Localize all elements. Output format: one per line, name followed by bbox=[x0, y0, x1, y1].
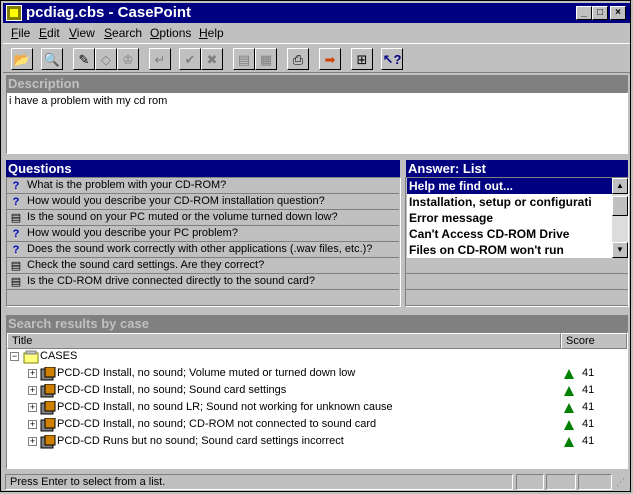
trophy-icon[interactable]: ♔ bbox=[117, 48, 139, 70]
tree-icon[interactable]: ⊞ bbox=[351, 48, 373, 70]
column-header-title[interactable]: Title bbox=[7, 333, 561, 349]
case-icon bbox=[40, 366, 56, 381]
case-icon bbox=[40, 417, 56, 432]
answer-option[interactable]: Installation, setup or configurati bbox=[407, 194, 612, 210]
answer-scrollbar[interactable]: ▲ ▼ bbox=[612, 178, 628, 258]
note-icon: ▤ bbox=[10, 260, 22, 272]
scroll-thumb[interactable] bbox=[612, 196, 628, 216]
find-icon[interactable]: 🔍 bbox=[41, 48, 63, 70]
case-score: 41 bbox=[564, 366, 624, 382]
scroll-down-icon[interactable]: ▼ bbox=[612, 242, 628, 258]
column-header-score[interactable]: Score bbox=[561, 333, 627, 349]
notes-icon[interactable]: ▦ bbox=[255, 48, 277, 70]
description-field[interactable]: i have a problem with my cd rom bbox=[6, 92, 628, 154]
check-icon[interactable]: ✔ bbox=[179, 48, 201, 70]
question-row[interactable]: ▤ Check the sound card settings. Are the… bbox=[7, 258, 399, 274]
window-title: pcdiag.cbs - CasePoint bbox=[26, 4, 192, 21]
note-icon: ▤ bbox=[10, 276, 22, 288]
back-icon[interactable]: ↵ bbox=[149, 48, 171, 70]
menu-help[interactable]: Help bbox=[199, 26, 224, 40]
toolbar: 📂 🔍 ✎ ◇ ♔ ↵ ✔ ✖ ▤ ▦ ⎙ ➡ ⊞ ↖? bbox=[3, 43, 630, 73]
answer-header: Answer: List bbox=[406, 160, 628, 177]
question-icon: ? bbox=[12, 180, 20, 192]
score-up-icon bbox=[564, 403, 574, 413]
menu-bar: File Edit View Search Options Help bbox=[3, 24, 630, 42]
case-icon bbox=[40, 434, 56, 449]
status-panel bbox=[516, 474, 544, 490]
expand-icon[interactable]: + bbox=[28, 386, 37, 395]
question-row[interactable]: ? Does the sound work correctly with oth… bbox=[7, 242, 399, 258]
note-icon: ▤ bbox=[10, 212, 22, 224]
expand-icon[interactable]: + bbox=[28, 403, 37, 412]
results-header: Search results by case bbox=[6, 315, 628, 332]
case-score: 41 bbox=[564, 434, 624, 450]
answer-option[interactable]: Files on CD-ROM won't run bbox=[407, 242, 612, 258]
app-icon[interactable] bbox=[6, 5, 22, 21]
questions-header: Questions bbox=[6, 160, 400, 177]
expand-icon[interactable]: + bbox=[28, 420, 37, 429]
score-up-icon bbox=[564, 369, 574, 379]
case-icon bbox=[40, 400, 56, 415]
answer-option[interactable]: Error message bbox=[407, 210, 612, 226]
case-row[interactable]: + PCD-CD Install, no sound; Volume muted… bbox=[7, 366, 607, 382]
tree-root[interactable]: − CASES bbox=[7, 349, 607, 365]
collapse-icon[interactable]: − bbox=[10, 352, 19, 361]
case-score: 41 bbox=[564, 383, 624, 399]
menu-edit[interactable]: Edit bbox=[39, 26, 60, 40]
menu-view[interactable]: View bbox=[69, 26, 95, 40]
status-panel bbox=[578, 474, 612, 490]
menu-options[interactable]: Options bbox=[150, 26, 191, 40]
answer-row bbox=[406, 290, 628, 306]
question-icon: ? bbox=[12, 244, 20, 256]
expand-icon[interactable]: + bbox=[28, 437, 37, 446]
go-arrow-icon[interactable]: ➡ bbox=[319, 48, 341, 70]
question-icon: ? bbox=[12, 228, 20, 240]
case-row[interactable]: + PCD-CD Install, no sound LR; Sound not… bbox=[7, 400, 607, 416]
case-score: 41 bbox=[564, 417, 624, 433]
maximize-button[interactable]: □ bbox=[592, 6, 608, 20]
main-window: pcdiag.cbs - CasePoint _ □ × File Edit V… bbox=[0, 0, 631, 492]
status-text: Press Enter to select from a list. bbox=[5, 474, 513, 490]
status-panel bbox=[546, 474, 576, 490]
print-icon[interactable]: ⎙ bbox=[287, 48, 309, 70]
score-up-icon bbox=[564, 420, 574, 430]
case-score: 41 bbox=[564, 400, 624, 416]
case-row[interactable]: + PCD-CD Install, no sound; Sound card s… bbox=[7, 383, 607, 399]
question-icon: ? bbox=[12, 196, 20, 208]
folder-icon bbox=[23, 350, 39, 364]
question-row[interactable]: ▤ Is the sound on your PC muted or the v… bbox=[7, 210, 399, 226]
score-up-icon bbox=[564, 437, 574, 447]
description-header: Description bbox=[6, 75, 628, 92]
question-row[interactable]: ? How would you describe your CD-ROM ins… bbox=[7, 194, 399, 210]
tag-icon[interactable]: ◇ bbox=[95, 48, 117, 70]
cancel-icon[interactable]: ✖ bbox=[201, 48, 223, 70]
scroll-up-icon[interactable]: ▲ bbox=[612, 178, 628, 194]
resize-grip-icon[interactable]: ⋰ bbox=[616, 477, 625, 488]
answer-row bbox=[406, 258, 628, 274]
close-button[interactable]: × bbox=[610, 6, 626, 20]
report-icon[interactable]: ▤ bbox=[233, 48, 255, 70]
question-row[interactable]: ▤ Is the CD-ROM drive connected directly… bbox=[7, 274, 399, 290]
open-folder-icon[interactable]: 📂 bbox=[11, 48, 33, 70]
question-row bbox=[7, 290, 399, 306]
answer-list[interactable]: Help me find out... Installation, setup … bbox=[407, 178, 628, 258]
score-up-icon bbox=[564, 386, 574, 396]
expand-icon[interactable]: + bbox=[28, 369, 37, 378]
question-row[interactable]: ? How would you describe your PC problem… bbox=[7, 226, 399, 242]
answer-option[interactable]: Help me find out... bbox=[407, 178, 612, 194]
case-row[interactable]: + PCD-CD Runs but no sound; Sound card s… bbox=[7, 434, 607, 450]
question-row[interactable]: ? What is the problem with your CD-ROM? bbox=[7, 178, 399, 194]
status-bar: Press Enter to select from a list. ⋰ bbox=[3, 473, 630, 491]
minimize-button[interactable]: _ bbox=[576, 6, 592, 20]
edit-case-icon[interactable]: ✎ bbox=[73, 48, 95, 70]
description-text: i have a problem with my cd rom bbox=[9, 95, 168, 107]
menu-file[interactable]: File bbox=[11, 26, 30, 40]
case-icon bbox=[40, 383, 56, 398]
menu-search[interactable]: Search bbox=[104, 26, 142, 40]
title-bar[interactable]: pcdiag.cbs - CasePoint _ □ × bbox=[3, 3, 630, 23]
answer-option[interactable]: Can't Access CD-ROM Drive bbox=[407, 226, 612, 242]
case-row[interactable]: + PCD-CD Install, no sound; CD-ROM not c… bbox=[7, 417, 607, 433]
help-pointer-icon[interactable]: ↖? bbox=[381, 48, 403, 70]
answer-row bbox=[406, 274, 628, 290]
